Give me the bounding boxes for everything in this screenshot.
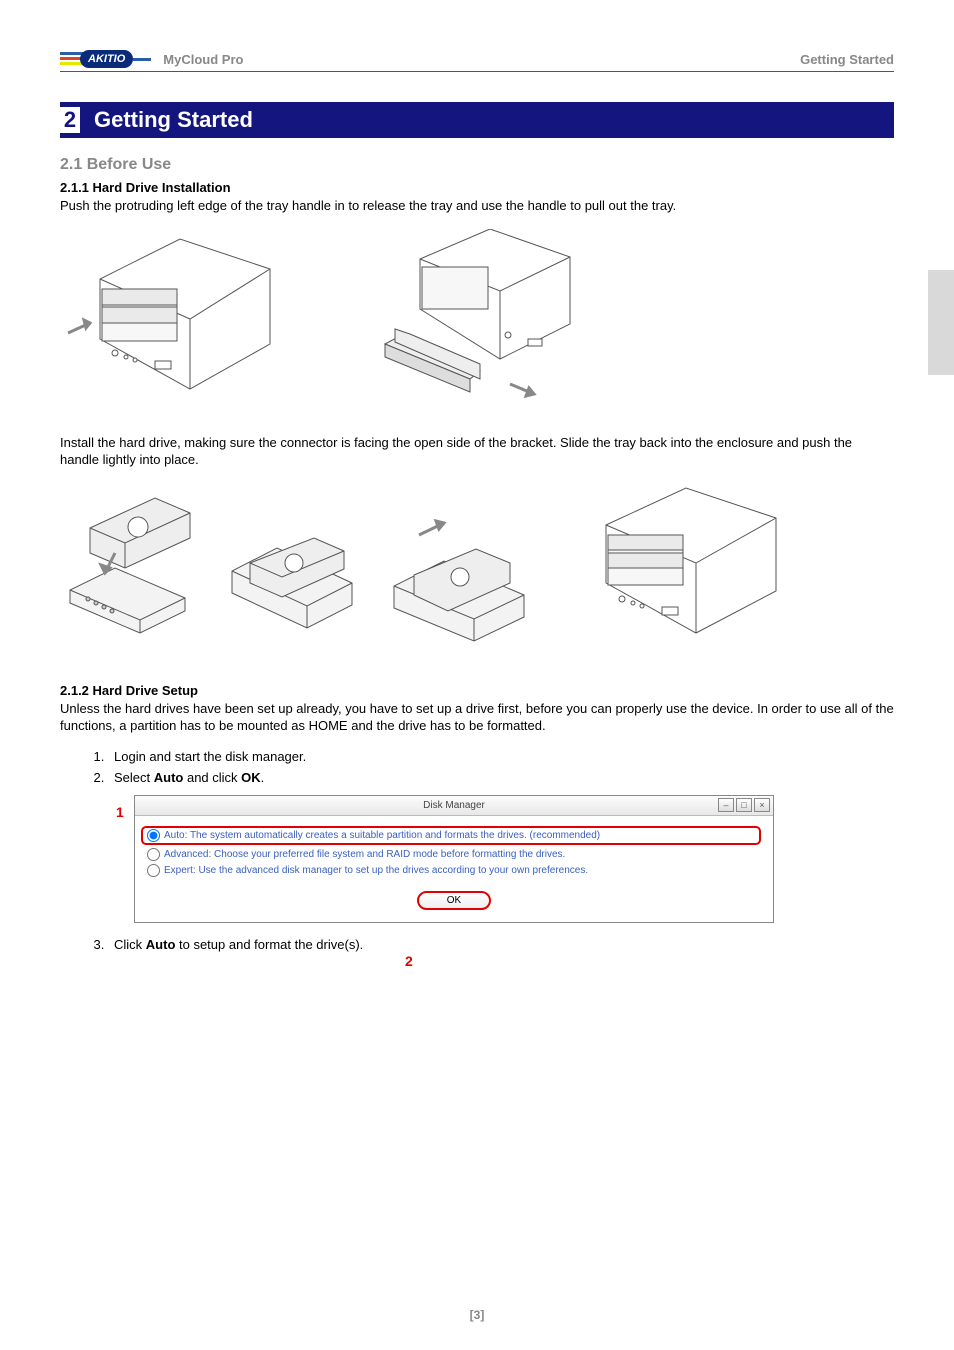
illustration-row-1 [60,229,894,404]
window-minimize-button[interactable]: – [718,798,734,812]
window-close-button[interactable]: × [754,798,770,812]
radio-auto[interactable] [147,829,160,842]
side-thumb-tab [928,270,954,375]
enclosure-tray-pull-icon [330,229,580,404]
hdd-in-tray-icon [222,483,362,643]
setup-steps-list-cont: Click Auto to setup and format the drive… [108,937,894,952]
option-auto[interactable]: Auto: The system automatically creates a… [141,826,761,845]
radio-advanced[interactable] [147,848,160,861]
section-2-1-2-heading: 2.1.2 Hard Drive Setup [60,683,894,698]
window-maximize-button[interactable]: □ [736,798,752,812]
option-expert[interactable]: Expert: Use the advanced disk manager to… [147,864,761,877]
ok-button[interactable]: OK [417,891,491,910]
illustration-row-2 [60,483,894,643]
chapter-heading: 2 Getting Started [60,102,894,138]
hdd-align-icon [60,483,200,643]
chapter-title: Getting Started [94,107,253,133]
section-2-1-heading: 2.1 Before Use [60,156,894,174]
para-install-drive: Install the hard drive, making sure the … [60,434,894,469]
dialog-titlebar: Disk Manager – □ × [135,796,773,816]
para-tray-release: Push the protruding left edge of the tra… [60,197,894,215]
radio-expert[interactable] [147,864,160,877]
header-section: Getting Started [800,52,894,67]
tray-insert-icon [384,483,554,643]
step-2: Select Auto and click OK. [108,770,894,785]
disk-manager-dialog: Disk Manager – □ × Auto: The system auto… [134,795,774,923]
callout-2: 2 [405,953,413,969]
step-3: Click Auto to setup and format the drive… [108,937,894,952]
logo-tail-icon [133,58,151,61]
dialog-body: Auto: The system automatically creates a… [135,816,773,922]
logo-text: AKITIO [80,50,133,68]
option-auto-label: Auto: The system automatically creates a… [164,830,600,841]
option-advanced-label: Advanced: Choose your preferred file sys… [164,849,565,860]
callout-1: 1 [116,804,124,820]
section-2-1-1-heading: 2.1.1 Hard Drive Installation [60,180,894,195]
para-drive-setup: Unless the hard drives have been set up … [60,700,894,735]
option-advanced[interactable]: Advanced: Choose your preferred file sys… [147,848,761,861]
step-1: Login and start the disk manager. [108,749,894,764]
header-product: MyCloud Pro [163,52,243,67]
option-expert-label: Expert: Use the advanced disk manager to… [164,865,588,876]
brand-logo: AKITIO [60,50,151,68]
page-number: [3] [0,1308,954,1322]
setup-steps-list: Login and start the disk manager. Select… [108,749,894,785]
chapter-number: 2 [60,107,80,133]
disk-manager-screenshot: 1 Disk Manager – □ × Auto: The system au… [134,795,894,923]
page-header: AKITIO MyCloud Pro Getting Started [60,50,894,72]
enclosure-closed-icon [576,483,786,643]
dialog-title: Disk Manager [135,800,773,811]
enclosure-tray-handle-icon [60,229,290,404]
